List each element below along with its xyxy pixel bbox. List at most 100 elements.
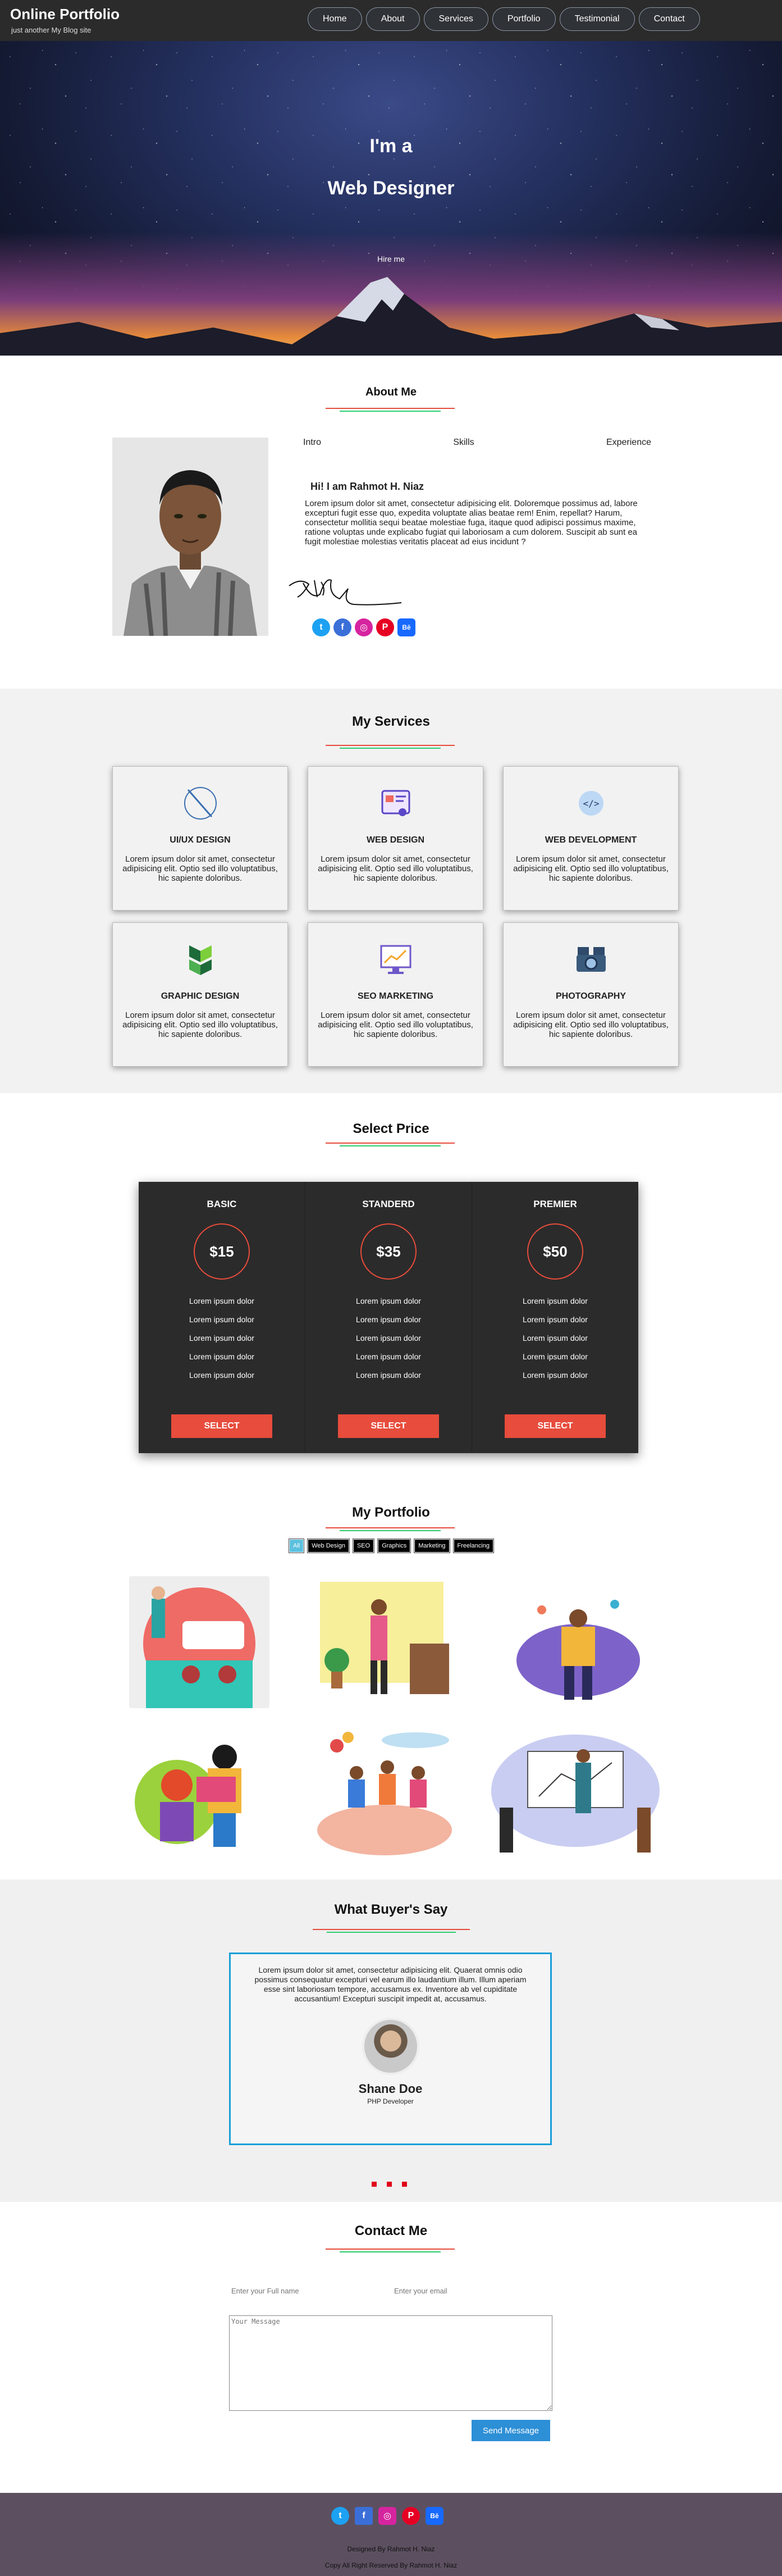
nav-contact[interactable]: Contact	[638, 7, 700, 31]
nav-about[interactable]: About	[365, 7, 420, 31]
service-card-web-design[interactable]: WEB DESIGN Lorem ipsum dolor sit amet, c…	[308, 766, 483, 911]
filter-all[interactable]: All	[288, 1539, 305, 1553]
portfolio-item-2[interactable]	[314, 1576, 455, 1708]
plan-feature: Lorem ipsum dolor	[523, 1296, 588, 1305]
about-text: Lorem ipsum dolor sit amet, consectetur …	[305, 499, 638, 547]
nav-services[interactable]: Services	[423, 7, 488, 31]
price-section: Select Price BASIC $15 Lorem ipsum dolor…	[0, 1093, 782, 1481]
facebook-icon[interactable]: f	[333, 618, 351, 636]
plan-feature: Lorem ipsum dolor	[523, 1315, 588, 1324]
portfolio-item-5[interactable]	[314, 1723, 455, 1855]
profile-photo	[112, 438, 268, 636]
signature-image	[289, 579, 402, 606]
service-name: WEB DESIGN	[366, 835, 425, 845]
select-premier-button[interactable]: SELECT	[505, 1414, 606, 1438]
portfolio-section: My Portfolio All Web Design SEO Graphics…	[0, 1481, 782, 1879]
plan-feature: Lorem ipsum dolor	[356, 1296, 421, 1305]
hero-line-1: I'm a	[369, 135, 413, 157]
plan-standerd: STANDERD $35 Lorem ipsum dolor Lorem ips…	[305, 1182, 472, 1453]
plan-feature: Lorem ipsum dolor	[356, 1315, 421, 1324]
instagram-icon[interactable]: ◎	[355, 618, 373, 636]
message-textarea[interactable]	[229, 2315, 552, 2411]
portfolio-item-6[interactable]	[488, 1723, 662, 1855]
hire-me-link[interactable]: Hire me	[0, 254, 782, 263]
service-card-seo[interactable]: SEO MARKETING Lorem ipsum dolor sit amet…	[308, 922, 483, 1067]
filter-marketing[interactable]: Marketing	[414, 1539, 450, 1553]
copyright-text: Copy All Right Reserved By Rahmot H. Nia…	[324, 2561, 458, 2569]
title-underline	[326, 1143, 455, 1146]
twitter-icon[interactable]: t	[331, 2507, 349, 2525]
contact-section: Contact Me Send Message	[0, 2202, 782, 2493]
about-tabs: Intro Skills Experience	[303, 438, 651, 448]
full-name-field[interactable]	[231, 2285, 383, 2297]
service-name: PHOTOGRAPHY	[555, 991, 626, 1001]
service-name: UI/UX DESIGN	[170, 835, 231, 845]
service-text: Lorem ipsum dolor sit amet, consectetur …	[513, 854, 669, 883]
hero-banner: I'm a Web Designer Hire me	[0, 41, 782, 356]
plan-price: $15	[194, 1223, 250, 1280]
service-card-web-development[interactable]: </> WEB DEVELOPMENT Lorem ipsum dolor si…	[503, 766, 679, 911]
filter-web-design[interactable]: Web Design	[307, 1539, 350, 1553]
footer-social-links: t f ◎ P Bē	[331, 2507, 443, 2525]
carousel-dot-1[interactable]	[372, 2182, 377, 2187]
plan-name: STANDERD	[362, 1199, 415, 1209]
designed-by-text: Designed By Rahmot H. Niaz	[347, 2545, 435, 2553]
portfolio-item-4[interactable]	[129, 1723, 269, 1855]
mountain-image	[0, 277, 782, 356]
services-section: My Services UI/UX DESIGN Lorem ipsum dol…	[0, 689, 782, 1093]
service-name: GRAPHIC DESIGN	[161, 991, 240, 1001]
testimonial-card: Lorem ipsum dolor sit amet, consectetur …	[229, 1953, 552, 2145]
plan-feature: Lorem ipsum dolor	[189, 1333, 254, 1342]
pinterest-icon[interactable]: P	[376, 618, 394, 636]
site-tagline: just another My Blog site	[11, 26, 92, 34]
portfolio-item-1[interactable]	[129, 1576, 269, 1708]
services-title: My Services	[352, 714, 430, 729]
title-underline	[326, 408, 455, 412]
behance-icon[interactable]: Bē	[397, 618, 415, 636]
pricing-table: BASIC $15 Lorem ipsum dolor Lorem ipsum …	[139, 1182, 638, 1453]
nav-portfolio[interactable]: Portfolio	[492, 7, 556, 31]
uiux-icon	[113, 784, 287, 823]
email-field[interactable]	[394, 2285, 546, 2297]
plan-feature: Lorem ipsum dolor	[523, 1371, 588, 1380]
portfolio-title: My Portfolio	[352, 1505, 430, 1520]
send-message-button[interactable]: Send Message	[472, 2420, 550, 2441]
service-text: Lorem ipsum dolor sit amet, consectetur …	[513, 1011, 669, 1039]
service-name: WEB DEVELOPMENT	[545, 835, 637, 845]
nav-testimonial[interactable]: Testimonial	[559, 7, 635, 31]
service-text: Lorem ipsum dolor sit amet, consectetur …	[122, 1011, 278, 1039]
service-text: Lorem ipsum dolor sit amet, consectetur …	[318, 854, 473, 883]
twitter-icon[interactable]: t	[312, 618, 330, 636]
service-card-graphic-design[interactable]: GRAPHIC DESIGN Lorem ipsum dolor sit ame…	[112, 922, 288, 1067]
plan-feature: Lorem ipsum dolor	[189, 1371, 254, 1380]
select-basic-button[interactable]: SELECT	[171, 1414, 272, 1438]
service-card-uiux[interactable]: UI/UX DESIGN Lorem ipsum dolor sit amet,…	[112, 766, 288, 911]
service-text: Lorem ipsum dolor sit amet, consectetur …	[122, 854, 278, 883]
pinterest-icon[interactable]: P	[402, 2507, 420, 2525]
plan-feature: Lorem ipsum dolor	[356, 1371, 421, 1380]
site-footer: t f ◎ P Bē Designed By Rahmot H. Niaz Co…	[0, 2493, 782, 2576]
tab-skills[interactable]: Skills	[453, 438, 474, 448]
portfolio-item-3[interactable]	[508, 1576, 648, 1708]
plan-feature: Lorem ipsum dolor	[189, 1352, 254, 1361]
behance-icon[interactable]: Bē	[426, 2507, 443, 2525]
reviewer-name: Shane Doe	[358, 2082, 423, 2096]
select-standerd-button[interactable]: SELECT	[338, 1414, 439, 1438]
tab-intro[interactable]: Intro	[303, 438, 321, 448]
plan-premier: PREMIER $50 Lorem ipsum dolor Lorem ipsu…	[472, 1182, 638, 1453]
service-text: Lorem ipsum dolor sit amet, consectetur …	[318, 1011, 473, 1039]
filter-seo[interactable]: SEO	[352, 1539, 375, 1553]
site-logo[interactable]: Online Portfolio	[10, 6, 120, 23]
facebook-icon[interactable]: f	[355, 2507, 373, 2525]
instagram-icon[interactable]: ◎	[378, 2507, 396, 2525]
filter-freelancing[interactable]: Freelancing	[452, 1539, 495, 1553]
tab-experience[interactable]: Experience	[606, 438, 651, 448]
filter-graphics[interactable]: Graphics	[377, 1539, 411, 1553]
carousel-dot-2[interactable]	[387, 2182, 392, 2187]
seo-chart-icon	[308, 940, 483, 979]
service-card-photography[interactable]: PHOTOGRAPHY Lorem ipsum dolor sit amet, …	[503, 922, 679, 1067]
nav-home[interactable]: Home	[308, 7, 362, 31]
contact-title: Contact Me	[354, 2223, 428, 2238]
plan-price: $50	[527, 1223, 583, 1280]
carousel-dot-3[interactable]	[402, 2182, 407, 2187]
